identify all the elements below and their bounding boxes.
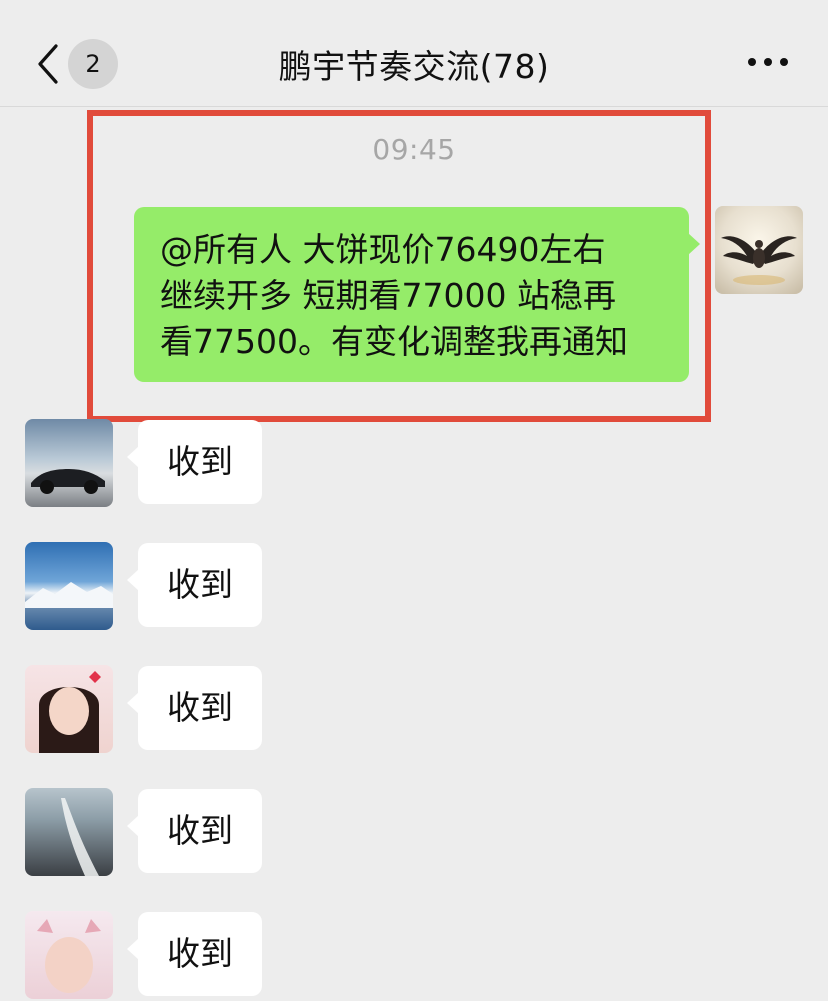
reply-row: 收到: [0, 911, 828, 1001]
reply-bubble[interactable]: 收到: [127, 789, 262, 873]
chat-title: 鹏宇节奏交流(78): [278, 47, 550, 86]
reply-bubble[interactable]: 收到: [127, 912, 262, 996]
black-sand-beach-avatar-icon[interactable]: [25, 788, 113, 876]
snow-mountain-avatar-icon[interactable]: [25, 542, 113, 630]
reply-bubble[interactable]: 收到: [127, 666, 262, 750]
reply-row: 收到: [0, 665, 828, 755]
phoenix-avatar-icon[interactable]: [715, 206, 803, 294]
message-timestamp: 09:45: [372, 133, 456, 166]
chat-header: 2 鹏宇节奏交流(78): [0, 0, 828, 107]
reply-row: 收到: [0, 542, 828, 632]
reply-bubble[interactable]: 收到: [127, 543, 262, 627]
reply-bubble[interactable]: 收到: [127, 420, 262, 504]
reply-row: 收到: [0, 788, 828, 878]
child-portrait-avatar-icon[interactable]: [25, 911, 113, 999]
girl-portrait-avatar-icon[interactable]: [25, 665, 113, 753]
my-message-bubble[interactable]: @所有人 大饼现价76490左右 继续开多 短期看77000 站稳再 看7750…: [134, 207, 700, 382]
more-options-icon[interactable]: [744, 50, 792, 74]
reply-row: 收到: [0, 419, 828, 509]
sports-car-avatar-icon[interactable]: [25, 419, 113, 507]
